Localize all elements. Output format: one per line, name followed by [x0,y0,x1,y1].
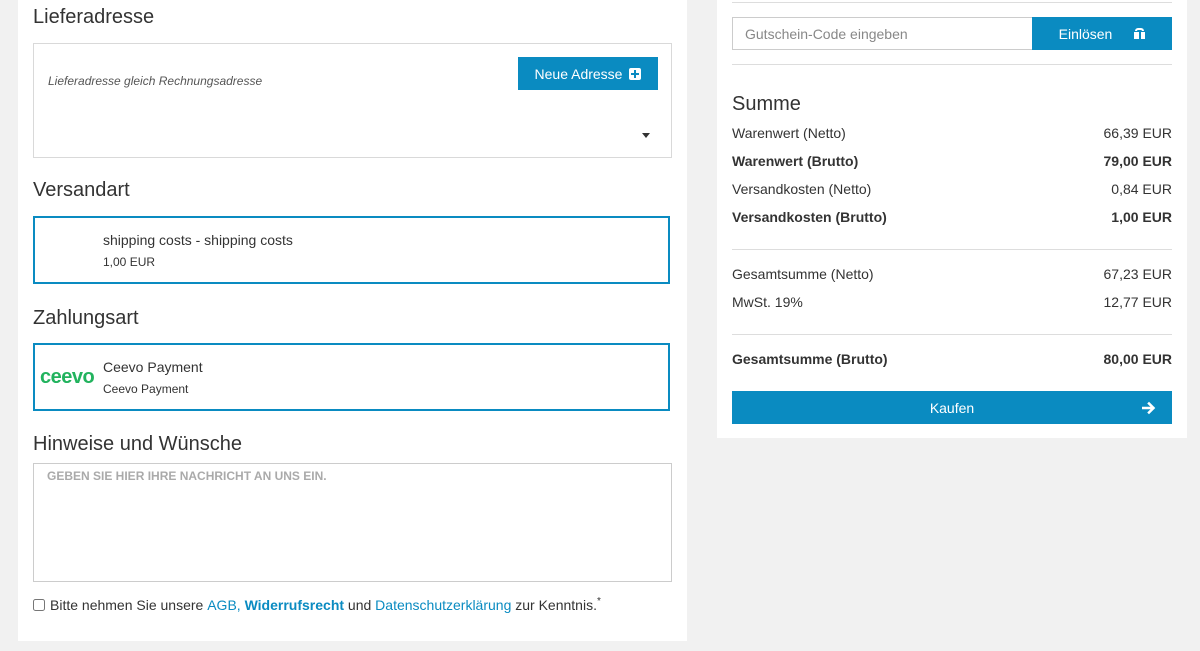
summary-row-vat: MwSt. 19% 12,77 EUR [732,294,1172,310]
divider [732,249,1172,250]
shipping-method-title: Versandart [33,179,130,201]
notes-title: Hinweise und Wünsche [33,433,242,455]
divider [732,2,1172,3]
payment-method-title: Zahlungsart [33,307,139,329]
summary-label: MwSt. 19% [732,294,803,310]
shipping-option[interactable]: shipping costs - shipping costs 1,00 EUR [33,216,670,284]
terms-prefix: Bitte nehmen Sie unsere [50,597,204,613]
shipping-option-name: shipping costs - shipping costs [103,232,293,248]
divider [732,334,1172,335]
summary-label: Warenwert (Netto) [732,125,846,141]
summary-label: Versandkosten (Netto) [732,181,872,197]
buy-label: Kaufen [929,400,975,416]
summary-row-goods-net: Warenwert (Netto) 66,39 EUR [732,125,1172,141]
delivery-address-select[interactable]: Lieferadresse gleich Rechnungsadresse Ne… [33,43,672,158]
voucher-code-input[interactable] [732,17,1032,50]
caret-down-icon[interactable] [642,133,650,138]
summary-value: 80,00 EUR [1103,351,1172,367]
shipping-option-price: 1,00 EUR [103,255,156,269]
summary-row-shipping-gross: Versandkosten (Brutto) 1,00 EUR [732,209,1172,225]
new-address-label: Neue Adresse [534,65,623,82]
payment-option[interactable]: ceevo Ceevo Payment Ceevo Payment [33,343,670,411]
summary-row-shipping-net: Versandkosten (Netto) 0,84 EUR [732,181,1172,197]
ceevo-logo: ceevo [40,366,95,388]
delivery-address-title: Lieferadresse [33,6,155,28]
summary-value: 12,77 EUR [1103,294,1172,310]
redeem-voucher-label: Einlösen [1058,25,1113,42]
summary-row-goods-gross: Warenwert (Brutto) 79,00 EUR [732,153,1172,169]
summary-value: 0,84 EUR [1111,181,1172,197]
terms-checkbox[interactable] [33,599,45,611]
divider [732,64,1172,65]
summary-label: Warenwert (Brutto) [732,153,859,169]
summary-title: Summe [732,93,801,115]
privacy-link[interactable]: Datenschutzerklärung [375,597,511,613]
terms-row: Bitte nehmen Sie unsere AGB, Widerrufsre… [33,595,601,613]
summary-label: Versandkosten (Brutto) [732,209,887,225]
summary-row-total-net: Gesamtsumme (Netto) 67,23 EUR [732,266,1172,282]
delivery-address-value: Lieferadresse gleich Rechnungsadresse [48,74,263,88]
new-address-button[interactable]: Neue Adresse [518,57,658,90]
summary-value: 67,23 EUR [1103,266,1172,282]
summary-value: 66,39 EUR [1103,125,1172,141]
terms-suffix: zur Kenntnis. [515,597,597,613]
notes-textarea[interactable] [33,463,672,582]
arrow-right-icon [1142,401,1156,415]
agb-link[interactable]: AGB, [207,597,240,613]
summary-row-total-gross: Gesamtsumme (Brutto) 80,00 EUR [732,351,1172,367]
terms-and: und [347,597,372,613]
summary-label: Gesamtsumme (Brutto) [732,351,888,367]
withdrawal-link[interactable]: Widerrufsrecht [245,597,344,613]
buy-button[interactable]: Kaufen [732,391,1172,424]
summary-label: Gesamtsumme (Netto) [732,266,874,282]
checkout-form-panel: Lieferadresse Lieferadresse gleich Rechn… [18,0,687,641]
summary-value: 1,00 EUR [1111,209,1172,225]
payment-option-name: Ceevo Payment [103,359,203,375]
payment-option-sub: Ceevo Payment [103,382,189,396]
redeem-voucher-button[interactable]: Einlösen [1032,17,1172,50]
required-mark: * [596,595,601,607]
gift-icon [1134,28,1146,39]
summary-panel: Einlösen Summe Warenwert (Netto) 66,39 E… [717,0,1187,438]
plus-square-icon [629,67,642,80]
summary-value: 79,00 EUR [1103,153,1172,169]
